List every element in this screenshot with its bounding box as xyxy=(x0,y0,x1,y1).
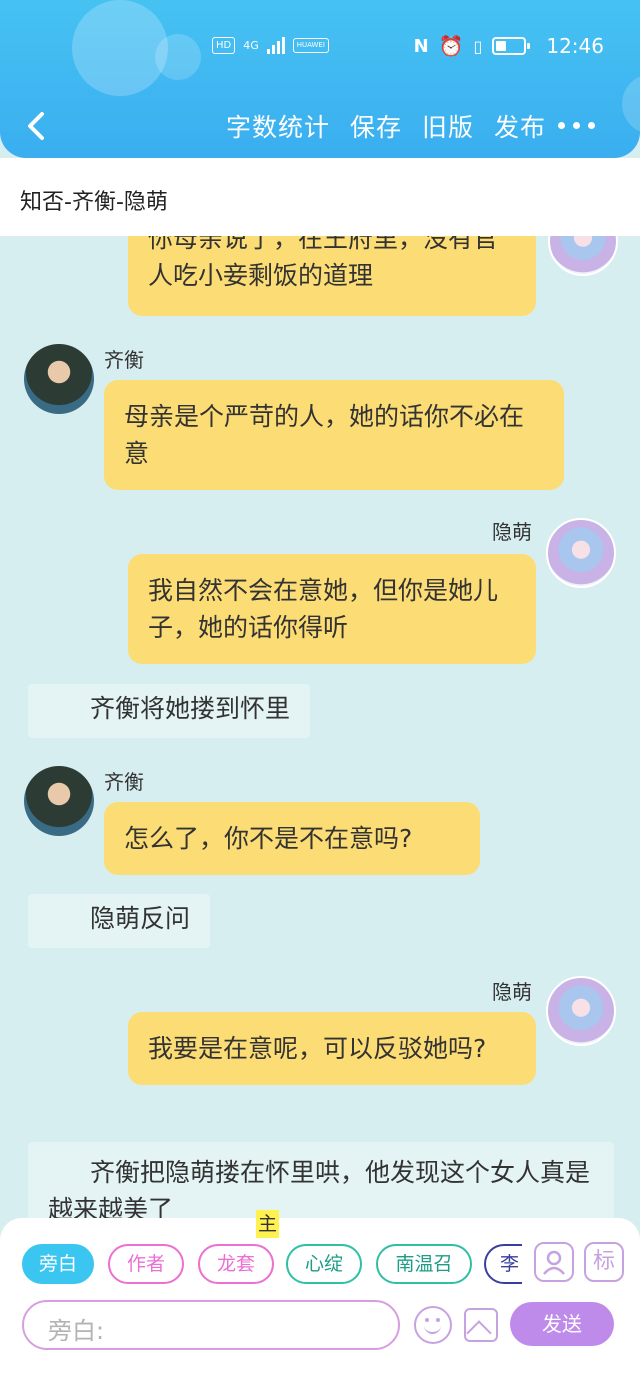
chevron-left-icon[interactable] xyxy=(22,108,52,144)
send-button[interactable]: 发送 xyxy=(510,1302,614,1346)
save-button[interactable]: 保存 xyxy=(350,108,402,144)
clock-time: 12:46 xyxy=(546,34,604,58)
vibrate-icon: ▯ xyxy=(473,36,483,56)
message-bubble: 怎么了，你不是不在意吗? xyxy=(104,802,480,875)
message-text: 我自然不会在意她，但你是她儿子，她的话你得听 xyxy=(148,576,499,642)
more-dots-icon[interactable] xyxy=(558,122,595,129)
narration-text: 隐萌反问 xyxy=(90,904,191,933)
signal-icon xyxy=(266,36,285,54)
role-chip[interactable]: 李 xyxy=(484,1244,522,1284)
role-chip[interactable]: 旁白 xyxy=(22,1244,94,1284)
nfc-icon: N xyxy=(413,35,429,57)
message-input[interactable]: 旁白: xyxy=(22,1300,400,1350)
message-bubble: 你母亲说了，在王府里，没有官人吃小妾剩饭的道理 xyxy=(128,236,536,316)
mark-button[interactable]: 标 xyxy=(584,1242,624,1282)
old-version-button[interactable]: 旧版 xyxy=(422,108,474,144)
alarm-icon: ⏰ xyxy=(438,34,464,58)
network-label: 4G xyxy=(243,38,259,52)
narration: 隐萌反问 xyxy=(28,894,211,948)
role-chip[interactable]: 作者 xyxy=(108,1244,184,1284)
narration-text: 齐衡把隐萌搂在怀里哄，他发现这个女人真是越来越美了 xyxy=(48,1158,591,1218)
hd-badge: HD xyxy=(212,36,236,54)
message-text: 怎么了，你不是不在意吗? xyxy=(124,824,413,853)
role-chip-list[interactable]: 旁白 作者 龙套 心绽 南温召 李 xyxy=(22,1244,522,1284)
message-text: 你母亲说了，在王府里，没有官人吃小妾剩饭的道理 xyxy=(148,236,499,290)
image-icon[interactable] xyxy=(464,1308,498,1342)
app-header: HD 4G HUAWEI N ⏰ ▯ 12:46 字数统计 保存 旧版 发布 xyxy=(0,0,640,158)
narration: 齐衡将她搂到怀里 xyxy=(28,684,311,738)
message-bubble: 我要是在意呢，可以反驳她吗? xyxy=(128,1012,536,1085)
role-chip[interactable]: 南温召 xyxy=(376,1244,472,1284)
publish-button[interactable]: 发布 xyxy=(494,108,546,144)
contact-card-icon[interactable] xyxy=(534,1242,574,1282)
avatar xyxy=(548,236,618,276)
highlight-marker: 主 xyxy=(256,1210,280,1238)
status-bar: HD 4G HUAWEI N ⏰ ▯ 12:46 xyxy=(0,32,640,62)
emoji-icon[interactable] xyxy=(414,1306,452,1344)
speaker-name: 齐衡 xyxy=(104,348,144,372)
composer-panel: 旁白 作者 龙套 心绽 南温召 李 主 标 旁白: 发送 xyxy=(0,1210,640,1387)
word-count-button[interactable]: 字数统计 xyxy=(226,108,330,144)
message-text: 我要是在意呢，可以反驳她吗? xyxy=(148,1034,487,1063)
chat-area[interactable]: 你母亲说了，在王府里，没有官人吃小妾剩饭的道理 齐衡 母亲是个严苛的人，她的话你… xyxy=(0,236,640,1218)
battery-icon xyxy=(492,37,531,55)
avatar xyxy=(24,766,94,836)
avatar xyxy=(546,976,616,1046)
avatar xyxy=(24,344,94,414)
message-text: 母亲是个严苛的人，她的话你不必在意 xyxy=(124,402,525,468)
role-chip[interactable]: 龙套 xyxy=(198,1244,274,1284)
document-title: 知否-齐衡-隐萌 xyxy=(20,190,168,215)
carrier-badge: HUAWEI xyxy=(292,37,329,53)
narration: 齐衡把隐萌搂在怀里哄，他发现这个女人真是越来越美了 xyxy=(28,1142,614,1218)
role-chip[interactable]: 心绽 xyxy=(286,1244,362,1284)
speaker-name: 齐衡 xyxy=(104,770,144,794)
message-bubble: 母亲是个严苛的人，她的话你不必在意 xyxy=(104,380,564,490)
message-bubble: 我自然不会在意她，但你是她儿子，她的话你得听 xyxy=(128,554,536,664)
avatar xyxy=(546,518,616,588)
top-toolbar: 字数统计 保存 旧版 发布 xyxy=(0,104,640,148)
document-title-bar: 知否-齐衡-隐萌 xyxy=(0,158,640,236)
speaker-name: 隐萌 xyxy=(492,520,532,544)
speaker-name: 隐萌 xyxy=(492,980,532,1004)
narration-text: 齐衡将她搂到怀里 xyxy=(90,694,291,723)
